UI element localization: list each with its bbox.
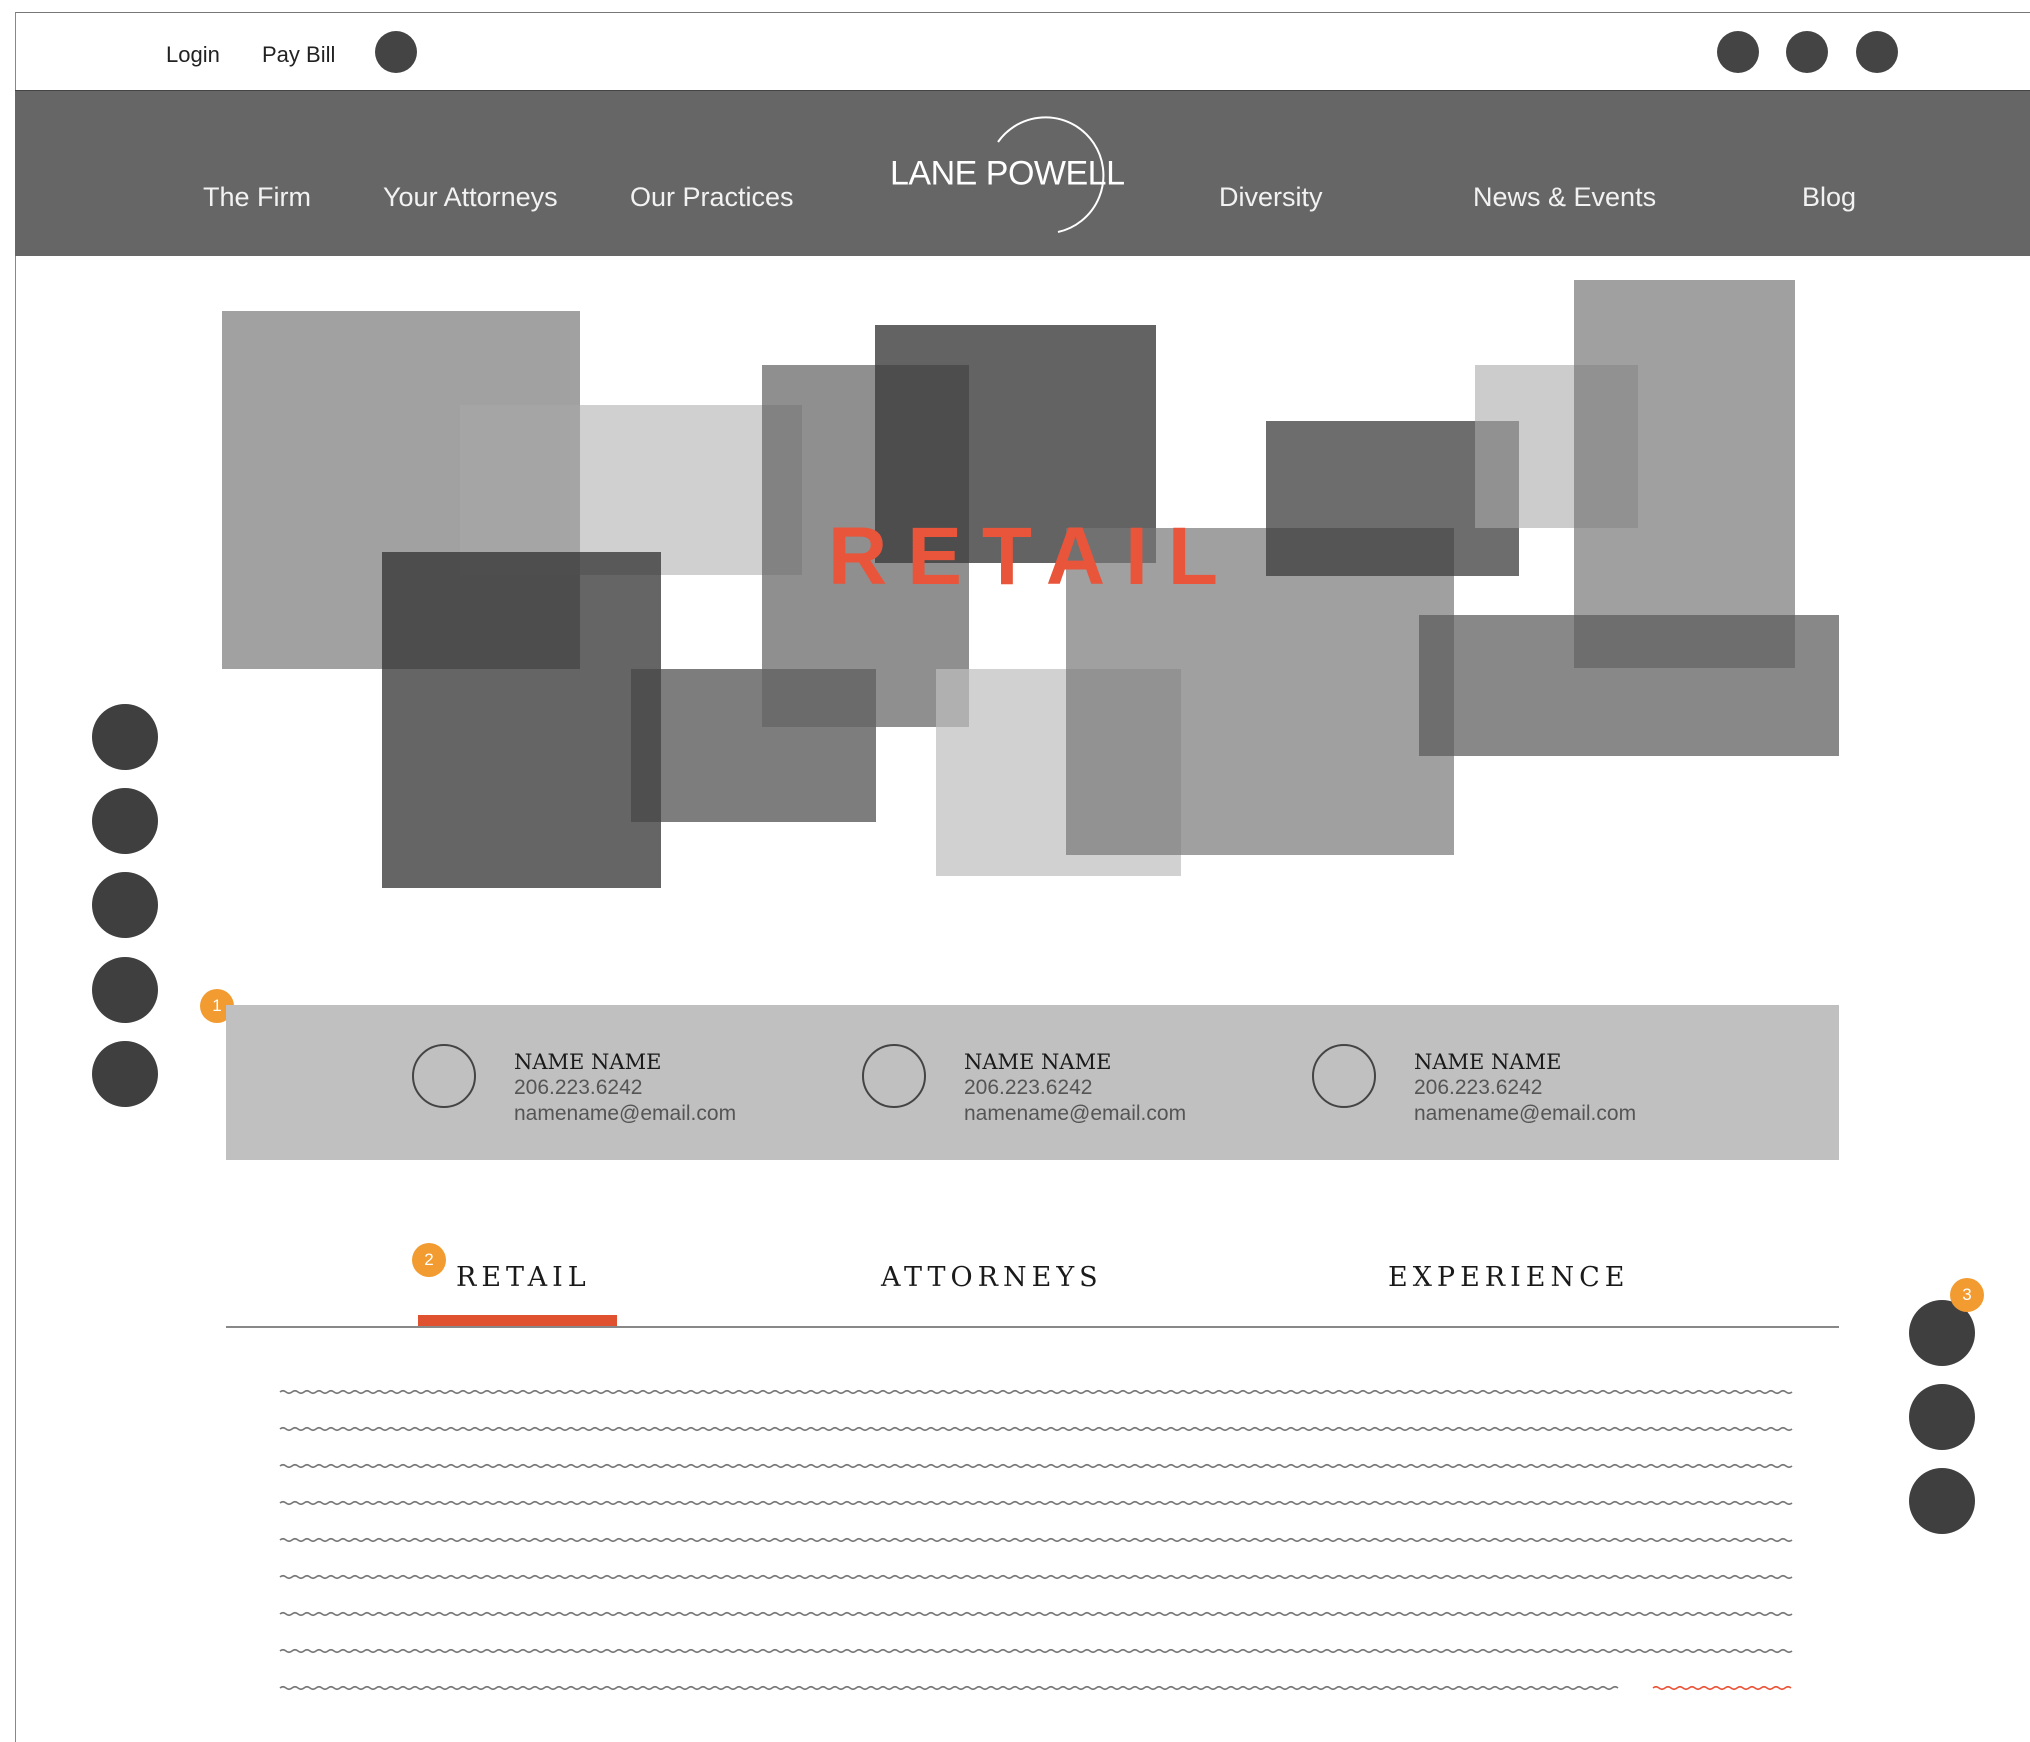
text-line-placeholder [279,1537,1793,1543]
text-line-placeholder [279,1426,1793,1432]
text-line-placeholder [279,1574,1793,1580]
body-text-placeholder [279,1389,1793,1691]
text-line-placeholder [279,1463,1793,1469]
text-line-placeholder [279,1685,1619,1691]
text-line-placeholder [1652,1685,1792,1691]
text-line-placeholder [279,1500,1793,1506]
text-line-placeholder [279,1648,1793,1654]
text-line-placeholder [279,1611,1793,1617]
text-line-placeholder [279,1389,1793,1395]
